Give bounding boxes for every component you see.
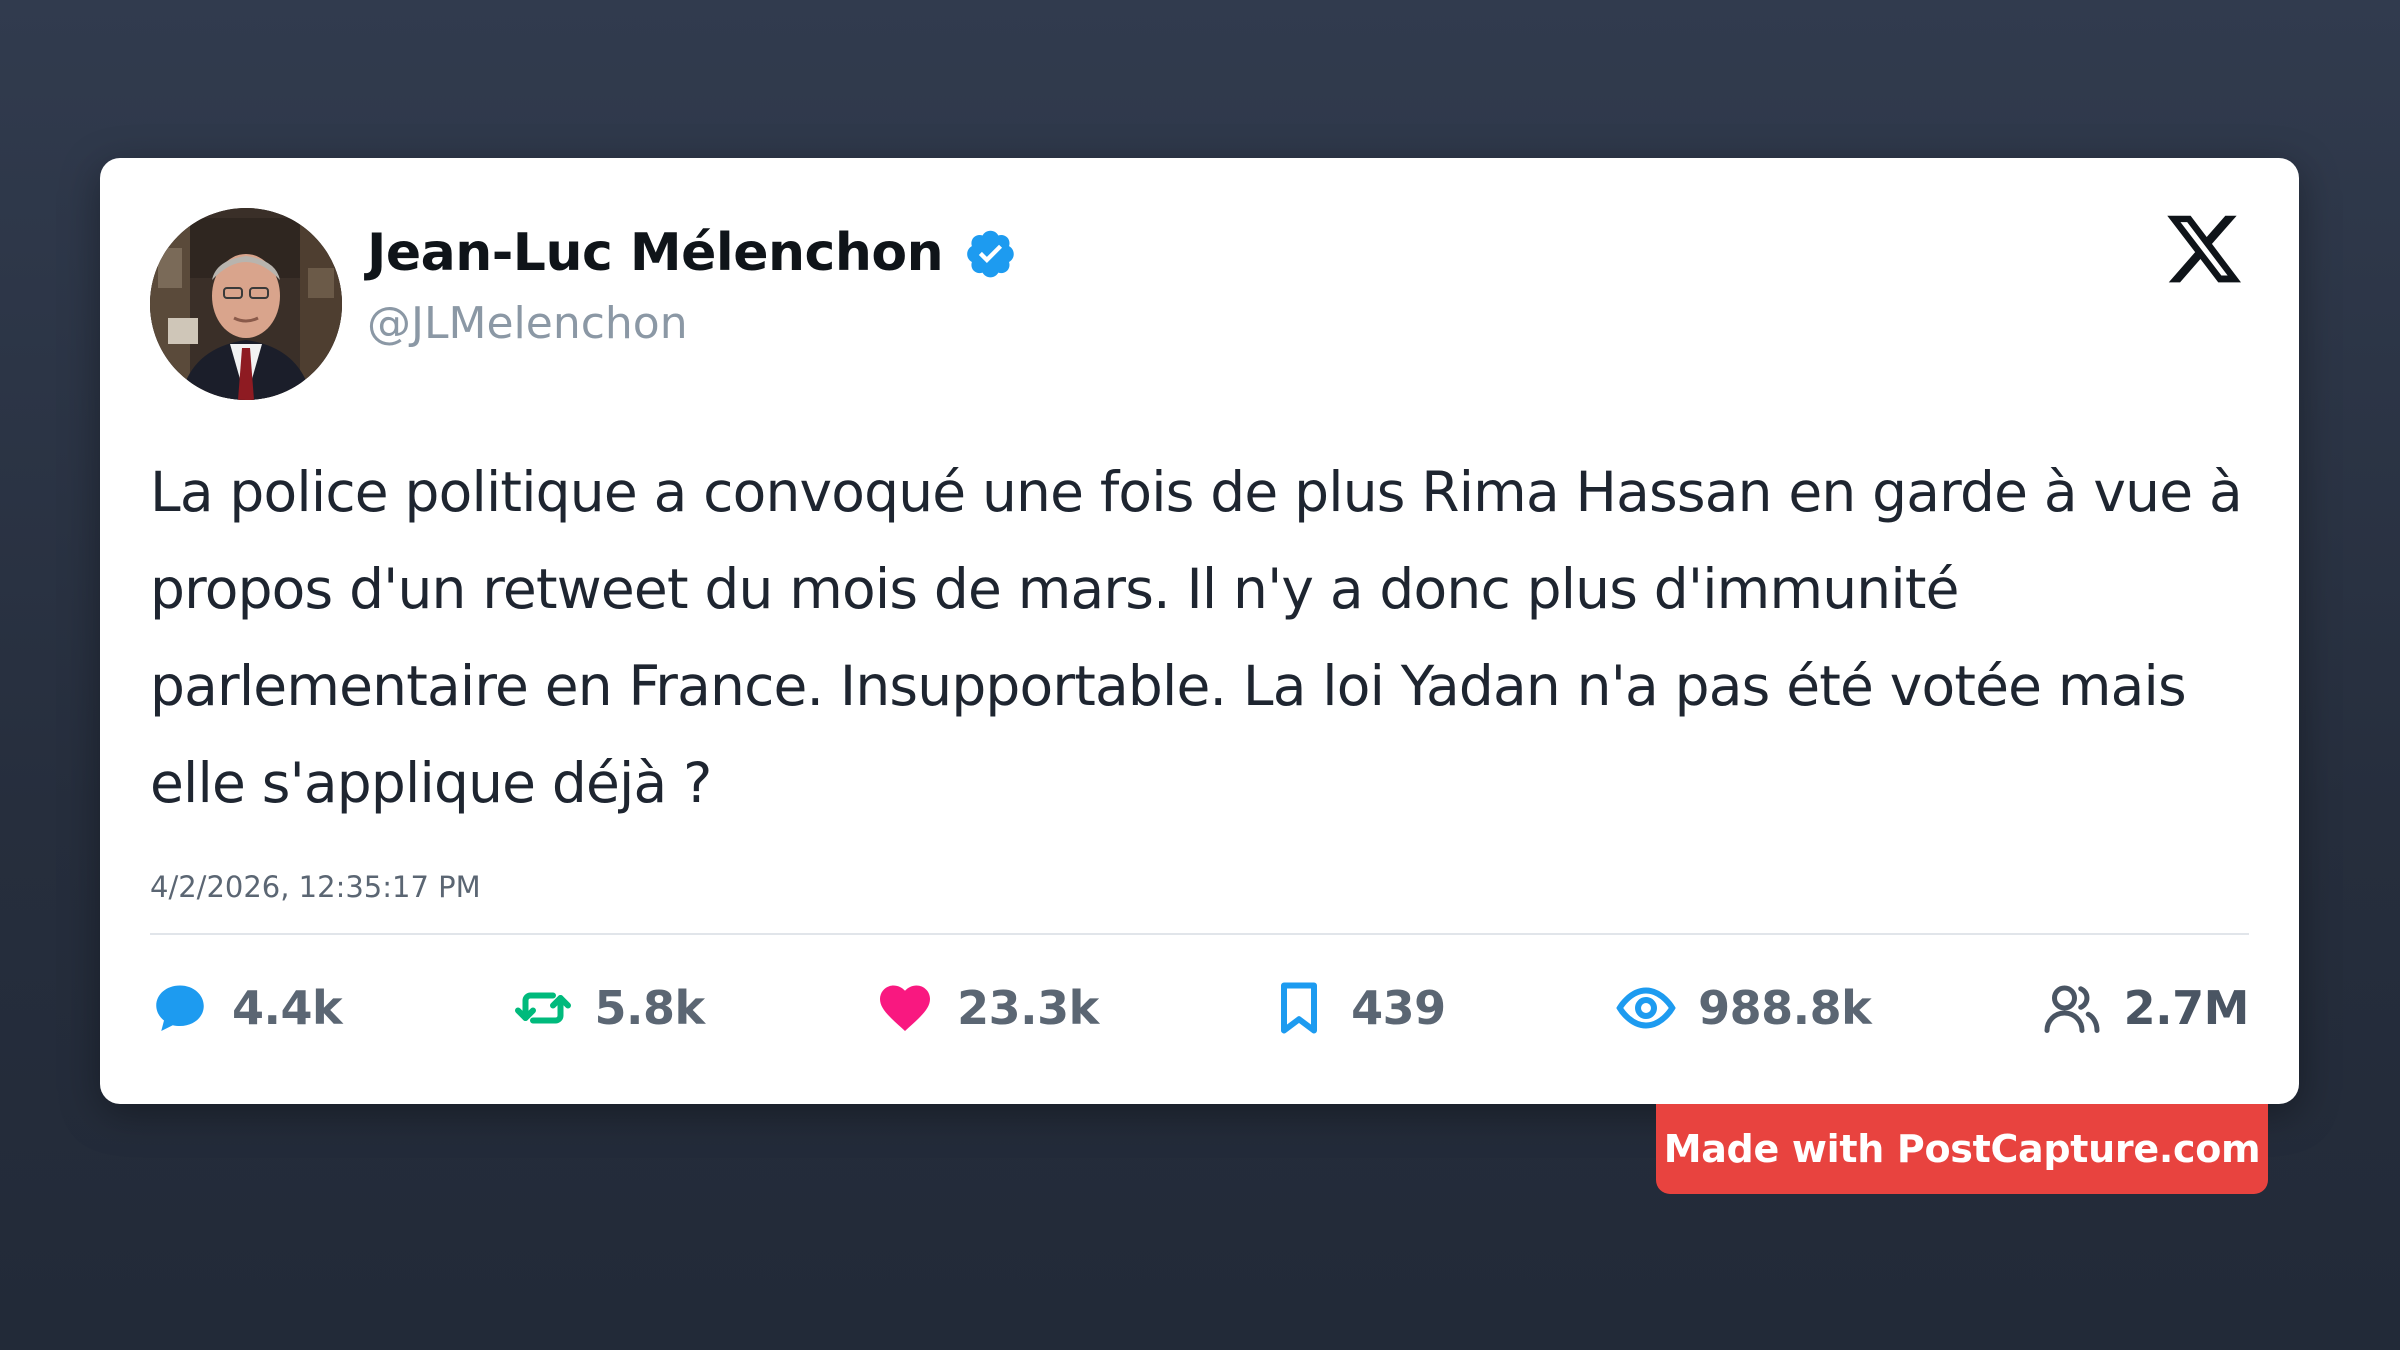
views-stat[interactable]: 988.8k xyxy=(1616,978,1872,1038)
engagement-stats: 4.4k 5.8k 23.3k 439 988.8k 2.7M xyxy=(150,963,2249,1053)
eye-icon xyxy=(1616,978,1676,1038)
author-name[interactable]: Jean-Luc Mélenchon xyxy=(367,223,944,283)
audience-count: 2.7M xyxy=(2123,981,2250,1035)
x-logo-icon[interactable] xyxy=(2161,208,2247,290)
bookmarks-count: 439 xyxy=(1351,981,1446,1035)
bookmarks-stat[interactable]: 439 xyxy=(1269,978,1446,1038)
divider xyxy=(150,933,2249,935)
retweet-icon xyxy=(513,978,573,1038)
comment-icon xyxy=(150,978,210,1038)
tweet-text: La police politique a convoqué une fois … xyxy=(150,460,2243,815)
bookmark-icon xyxy=(1269,978,1329,1038)
views-count: 988.8k xyxy=(1698,981,1872,1035)
likes-count: 23.3k xyxy=(957,981,1099,1035)
heart-icon xyxy=(875,978,935,1038)
avatar-image xyxy=(150,208,342,400)
author-handle[interactable]: @JLMelenchon xyxy=(367,298,688,349)
retweets-count: 5.8k xyxy=(594,981,706,1035)
verified-badge-icon xyxy=(965,227,1017,279)
avatar[interactable] xyxy=(150,208,342,400)
author-row: Jean-Luc Mélenchon xyxy=(367,218,1017,288)
replies-count: 4.4k xyxy=(232,981,343,1035)
tweet-timestamp[interactable]: 4/2/2026, 12:35:17 PM xyxy=(150,870,481,904)
replies-stat[interactable]: 4.4k xyxy=(150,978,343,1038)
tweet-card: Jean-Luc Mélenchon @JLMelenchon La polic… xyxy=(100,158,2299,1104)
likes-stat[interactable]: 23.3k xyxy=(875,978,1099,1038)
audience-stat[interactable]: 2.7M xyxy=(2042,978,2249,1038)
users-icon xyxy=(2042,978,2102,1038)
watermark-badge[interactable]: Made with PostCapture.com xyxy=(1656,1104,2268,1194)
retweets-stat[interactable]: 5.8k xyxy=(513,978,705,1038)
